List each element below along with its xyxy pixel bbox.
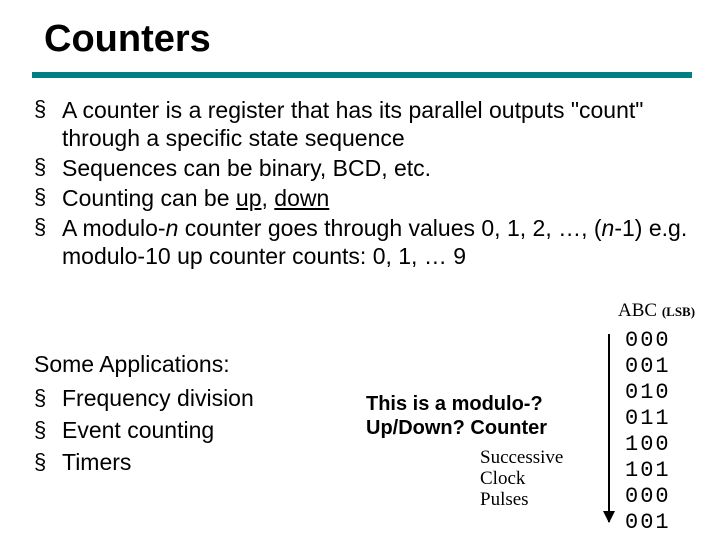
bullet-3-mid: , — [262, 185, 275, 211]
bullet-4: A modulo-n counter goes through values 0… — [34, 214, 710, 270]
slide: Counters A counter is a register that ha… — [0, 0, 720, 540]
seq-row-4: 100 — [625, 432, 671, 458]
down-arrow-icon — [608, 334, 610, 522]
bullet-3-up: up — [236, 185, 262, 211]
bullet-3: Counting can be up, down — [34, 184, 710, 212]
seq-row-0: 000 — [625, 328, 671, 354]
seq-row-2: 010 — [625, 380, 671, 406]
bullet-1-text: A counter is a register that has its par… — [62, 97, 643, 151]
bullet-3-pre: Counting can be — [62, 185, 236, 211]
bullet-2-text: Sequences can be binary, BCD, etc. — [62, 155, 431, 181]
bullet-1: A counter is a register that has its par… — [34, 96, 710, 152]
clock-pulses-label: Successive Clock Pulses — [480, 448, 620, 511]
applications-block: Some Applications: Frequency division Ev… — [34, 350, 364, 480]
seq-row-3: 011 — [625, 406, 671, 432]
modulo-question-line1: This is a modulo-? — [366, 392, 616, 416]
bullet-4-n2: n — [602, 215, 615, 241]
modulo-question: This is a modulo-? Up/Down? Counter — [366, 392, 616, 440]
seq-row-7: 001 — [625, 510, 671, 536]
title-underline — [32, 72, 692, 78]
bullet-4-pre: A modulo- — [62, 215, 166, 241]
seq-row-1: 001 — [625, 354, 671, 380]
sequence-header-abc: ABC — [618, 300, 662, 321]
bullet-4-mid: counter goes through values 0, 1, 2, …, … — [178, 215, 601, 241]
bullet-4-n1: n — [166, 215, 179, 241]
slide-title: Counters — [44, 18, 211, 61]
app-item-1: Frequency division — [34, 384, 364, 414]
app-item-2: Event counting — [34, 416, 364, 446]
pulses-line3: Pulses — [480, 490, 620, 511]
seq-row-6: 000 — [625, 484, 671, 510]
sequence-header-lsb: (LSB) — [662, 304, 695, 319]
app-item-3-text: Timers — [62, 449, 131, 475]
bullet-3-down: down — [274, 185, 329, 211]
sequence-values: 000 001 010 011 100 101 000 001 — [625, 328, 671, 536]
app-item-3: Timers — [34, 448, 364, 478]
pulses-line1: Successive — [480, 448, 620, 469]
modulo-question-line2: Up/Down? Counter — [366, 416, 616, 440]
app-item-1-text: Frequency division — [62, 385, 254, 411]
pulses-line2: Clock — [480, 469, 620, 490]
main-bullets: A counter is a register that has its par… — [34, 96, 710, 272]
bullet-2: Sequences can be binary, BCD, etc. — [34, 154, 710, 182]
applications-heading: Some Applications: — [34, 350, 364, 380]
sequence-header: ABC (LSB) — [618, 300, 695, 322]
app-item-2-text: Event counting — [62, 417, 214, 443]
seq-row-5: 101 — [625, 458, 671, 484]
